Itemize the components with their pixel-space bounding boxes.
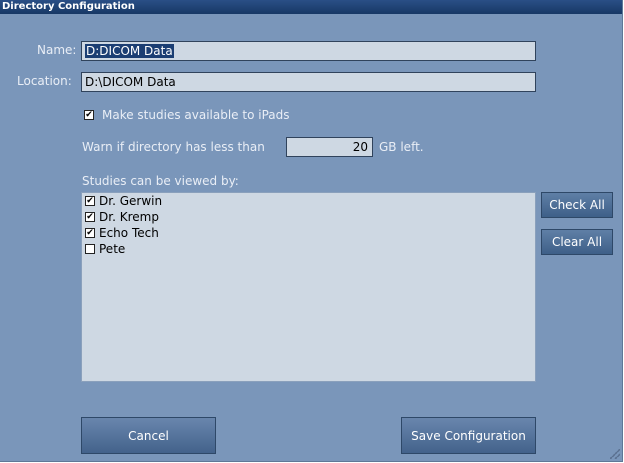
- ipad-checkbox[interactable]: ✔: [84, 110, 94, 120]
- location-field[interactable]: D:\DICOM Data: [81, 72, 536, 92]
- studies-label: Studies can be viewed by:: [82, 174, 239, 188]
- name-label: Name:: [37, 43, 77, 57]
- viewer-name: Dr. Kremp: [99, 210, 159, 224]
- viewer-list[interactable]: ✔ Dr. Gerwin ✔ Dr. Kremp ✔ Echo Tech Pete: [81, 192, 536, 382]
- resize-grip-icon[interactable]: [610, 449, 620, 459]
- viewer-checkbox[interactable]: [85, 244, 95, 254]
- clear-all-button[interactable]: Clear All: [541, 229, 613, 255]
- check-all-button[interactable]: Check All: [541, 192, 613, 218]
- viewer-item[interactable]: ✔ Dr. Gerwin: [82, 193, 535, 209]
- name-value: D:DICOM Data: [85, 44, 174, 58]
- directory-configuration-window: Directory Configuration Name: D:DICOM Da…: [0, 0, 623, 462]
- warn-unit-label: GB left.: [379, 140, 424, 154]
- warn-threshold-field[interactable]: 20: [286, 137, 373, 157]
- viewer-item[interactable]: ✔ Echo Tech: [82, 225, 535, 241]
- ipad-checkbox-row[interactable]: ✔ Make studies available to iPads: [84, 108, 289, 122]
- ipad-label: Make studies available to iPads: [102, 108, 290, 122]
- viewer-name: Pete: [99, 242, 126, 256]
- viewer-checkbox[interactable]: ✔: [85, 196, 95, 206]
- warn-label: Warn if directory has less than: [82, 140, 265, 154]
- location-label: Location:: [17, 74, 72, 88]
- viewer-name: Echo Tech: [99, 226, 159, 240]
- name-field[interactable]: D:DICOM Data: [81, 41, 536, 61]
- viewer-item[interactable]: Pete: [82, 241, 535, 257]
- window-title: Directory Configuration: [0, 0, 622, 14]
- viewer-item[interactable]: ✔ Dr. Kremp: [82, 209, 535, 225]
- viewer-name: Dr. Gerwin: [99, 194, 163, 208]
- location-value: D:\DICOM Data: [85, 75, 176, 89]
- viewer-checkbox[interactable]: ✔: [85, 228, 95, 238]
- viewer-checkbox[interactable]: ✔: [85, 212, 95, 222]
- save-configuration-button[interactable]: Save Configuration: [401, 417, 536, 454]
- cancel-button[interactable]: Cancel: [81, 417, 216, 454]
